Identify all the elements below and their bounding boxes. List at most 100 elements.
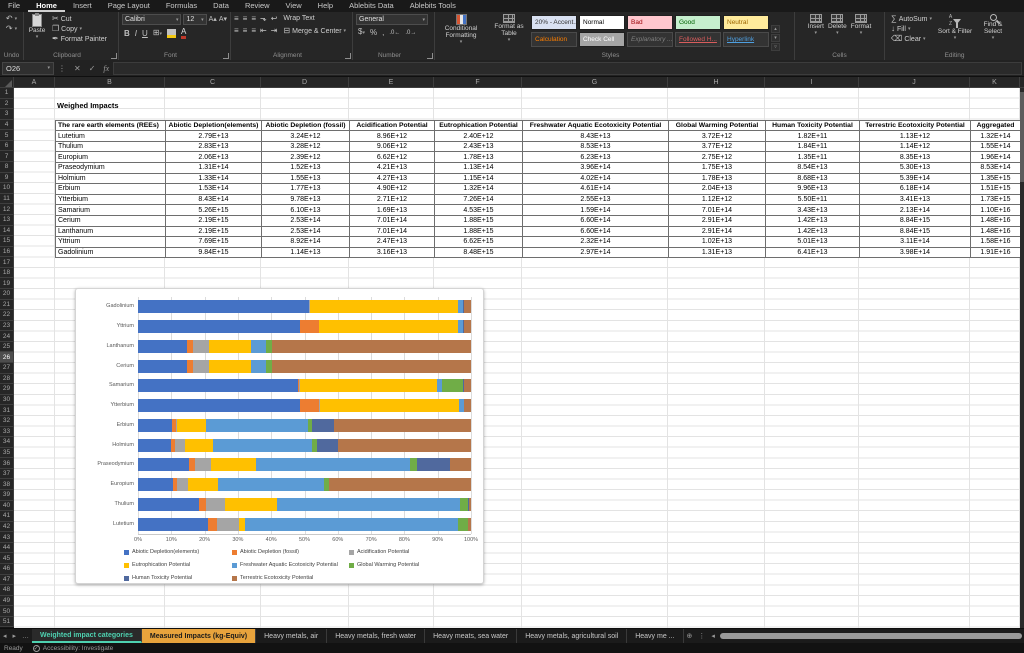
stacked-bar-europium[interactable] bbox=[138, 478, 471, 491]
row-header-21[interactable]: 21 bbox=[0, 300, 14, 311]
bar-segment-terrestric-ecotoxicity-potential[interactable] bbox=[338, 439, 471, 452]
table-cell[interactable]: 1.13E+14 bbox=[435, 163, 523, 174]
table-cell[interactable]: Holmium bbox=[56, 174, 166, 185]
table-cell[interactable]: 3.28E+12 bbox=[262, 142, 350, 153]
row-header-13[interactable]: 13 bbox=[0, 215, 14, 226]
sheet-tab-heavy-metals-air[interactable]: Heavy metals, air bbox=[256, 629, 327, 643]
bar-segment-global-warming-potential[interactable] bbox=[458, 518, 467, 531]
table-cell[interactable]: 1.69E+13 bbox=[350, 205, 435, 216]
table-cell[interactable]: 2.13E+14 bbox=[860, 205, 971, 216]
bar-segment-terrestric-ecotoxicity-potential[interactable] bbox=[469, 498, 471, 511]
undo-button[interactable]: ↶▾ bbox=[0, 12, 23, 24]
table-cell[interactable]: 2.71E+12 bbox=[350, 195, 435, 206]
bar-segment-terrestric-ecotoxicity-potential[interactable] bbox=[329, 478, 471, 491]
table-cell[interactable]: 1.88E+15 bbox=[435, 227, 523, 238]
table-cell[interactable]: Ytterbium bbox=[56, 195, 166, 206]
stacked-bar-lutetium[interactable] bbox=[138, 518, 471, 531]
table-cell[interactable]: 5.30E+13 bbox=[860, 163, 971, 174]
stacked-bar-erbium[interactable] bbox=[138, 419, 471, 432]
row-header-6[interactable]: 6 bbox=[0, 141, 14, 152]
bar-segment-human-toxicity-potential[interactable] bbox=[417, 458, 450, 471]
align-top-icon[interactable]: ≡ bbox=[234, 15, 239, 23]
align-right-icon[interactable]: ≡ bbox=[251, 27, 256, 35]
borders-button[interactable]: ⊞▾ bbox=[153, 29, 162, 38]
table-cell[interactable]: 3.96E+14 bbox=[523, 163, 669, 174]
table-header-cell[interactable]: Global Warming Potential bbox=[669, 121, 766, 132]
accessibility-checker[interactable]: ✓ Accessibility: Investigate bbox=[33, 645, 113, 652]
table-cell[interactable]: 8.48E+15 bbox=[435, 248, 523, 259]
column-header-a[interactable]: A bbox=[14, 77, 55, 88]
underline-button[interactable]: U bbox=[142, 30, 148, 38]
bar-segment-abiotic-depletion-elements[interactable] bbox=[138, 458, 189, 471]
bar-segment-abiotic-depletion-fossil[interactable] bbox=[300, 320, 319, 333]
table-cell[interactable]: 1.55E+14 bbox=[971, 142, 1021, 153]
row-header-29[interactable]: 29 bbox=[0, 384, 14, 395]
bar-segment-freshwater-aquatic-ecotoxicity-potential[interactable] bbox=[206, 419, 308, 432]
stacked-bar-samarium[interactable] bbox=[138, 379, 471, 392]
table-cell[interactable]: 1.15E+14 bbox=[435, 174, 523, 185]
row-header-36[interactable]: 36 bbox=[0, 458, 14, 469]
legend-item-acidification-potential[interactable]: Acidification Potential bbox=[349, 549, 409, 555]
row-header-3[interactable]: 3 bbox=[0, 109, 14, 120]
row-header-15[interactable]: 15 bbox=[0, 236, 14, 247]
shrink-font-button[interactable]: A▾ bbox=[219, 14, 227, 25]
table-cell[interactable]: 1.48E+16 bbox=[971, 227, 1021, 238]
table-cell[interactable]: 1.32E+14 bbox=[435, 184, 523, 195]
bar-segment-eutrophication-potential[interactable] bbox=[209, 340, 251, 353]
row-header-25[interactable]: 25 bbox=[0, 342, 14, 353]
table-cell[interactable]: 3.41E+13 bbox=[860, 195, 971, 206]
italic-button[interactable]: I bbox=[135, 30, 137, 38]
decrease-decimal-button[interactable]: .0→ bbox=[405, 29, 416, 37]
bar-segment-terrestric-ecotoxicity-potential[interactable] bbox=[450, 458, 471, 471]
table-cell[interactable]: 4.21E+13 bbox=[350, 163, 435, 174]
row-header-14[interactable]: 14 bbox=[0, 226, 14, 237]
bar-segment-abiotic-depletion-elements[interactable] bbox=[138, 478, 173, 491]
font-color-button[interactable]: A bbox=[181, 28, 186, 39]
alignment-dialog-launcher[interactable] bbox=[345, 53, 351, 59]
bar-segment-eutrophication-potential[interactable] bbox=[225, 498, 277, 511]
table-cell[interactable]: 1.33E+14 bbox=[166, 174, 262, 185]
bar-segment-human-toxicity-potential[interactable] bbox=[317, 439, 338, 452]
table-cell[interactable]: 4.02E+14 bbox=[523, 174, 669, 185]
bar-segment-abiotic-depletion-elements[interactable] bbox=[138, 399, 300, 412]
table-cell[interactable]: 2.75E+12 bbox=[669, 152, 766, 163]
column-header-b[interactable]: B bbox=[55, 77, 165, 88]
row-header-50[interactable]: 50 bbox=[0, 606, 14, 617]
row-header-48[interactable]: 48 bbox=[0, 585, 14, 596]
table-cell[interactable]: 1.77E+13 bbox=[262, 184, 350, 195]
table-cell[interactable]: 7.26E+14 bbox=[435, 195, 523, 206]
table-cell[interactable]: 6.23E+13 bbox=[523, 152, 669, 163]
formula-input[interactable] bbox=[113, 62, 1022, 75]
table-cell[interactable]: 1.31E+14 bbox=[166, 163, 262, 174]
row-header-46[interactable]: 46 bbox=[0, 564, 14, 575]
font-name-select[interactable]: Calibri▾ bbox=[122, 14, 181, 25]
table-cell[interactable]: 6.62E+12 bbox=[350, 152, 435, 163]
table-cell[interactable]: 8.96E+12 bbox=[350, 131, 435, 142]
table-cell[interactable]: 8.53E+13 bbox=[523, 142, 669, 153]
sheet-tab-weighted-impact-categories[interactable]: Weighted impact categories bbox=[32, 629, 142, 643]
table-cell[interactable]: 7.01E+14 bbox=[350, 227, 435, 238]
table-cell[interactable]: 5.26E+15 bbox=[166, 205, 262, 216]
table-cell[interactable]: 6.60E+14 bbox=[523, 216, 669, 227]
sheet-tab-heavy-metals-agricultural-soil[interactable]: Heavy metals, agricultural soil bbox=[517, 629, 627, 643]
row-header-42[interactable]: 42 bbox=[0, 522, 14, 533]
stacked-bar-cerium[interactable] bbox=[138, 360, 471, 373]
cut-button[interactable]: ✂Cut bbox=[50, 14, 109, 24]
bar-segment-terrestric-ecotoxicity-potential[interactable] bbox=[464, 320, 471, 333]
new-sheet-button[interactable]: ⊕ bbox=[684, 629, 696, 643]
bar-segment-freshwater-aquatic-ecotoxicity-potential[interactable] bbox=[245, 518, 458, 531]
bar-segment-terrestric-ecotoxicity-potential[interactable] bbox=[468, 518, 471, 531]
align-center-icon[interactable]: ≡ bbox=[243, 27, 248, 35]
column-header-g[interactable]: G bbox=[522, 77, 668, 88]
redo-button[interactable]: ↷▾ bbox=[0, 24, 23, 34]
ribbon-tab-file[interactable]: File bbox=[0, 0, 28, 12]
row-header-28[interactable]: 28 bbox=[0, 374, 14, 385]
horizontal-scrollbar[interactable] bbox=[718, 629, 1024, 643]
row-header-47[interactable]: 47 bbox=[0, 575, 14, 586]
clear-button[interactable]: ⌫Clear▾ bbox=[889, 34, 934, 44]
bar-segment-terrestric-ecotoxicity-potential[interactable] bbox=[334, 419, 471, 432]
table-cell[interactable]: 7.01E+14 bbox=[669, 205, 766, 216]
bar-segment-freshwater-aquatic-ecotoxicity-potential[interactable] bbox=[213, 439, 312, 452]
number-format-select[interactable]: General▾ bbox=[356, 14, 428, 25]
ribbon-tab-formulas[interactable]: Formulas bbox=[158, 0, 205, 12]
